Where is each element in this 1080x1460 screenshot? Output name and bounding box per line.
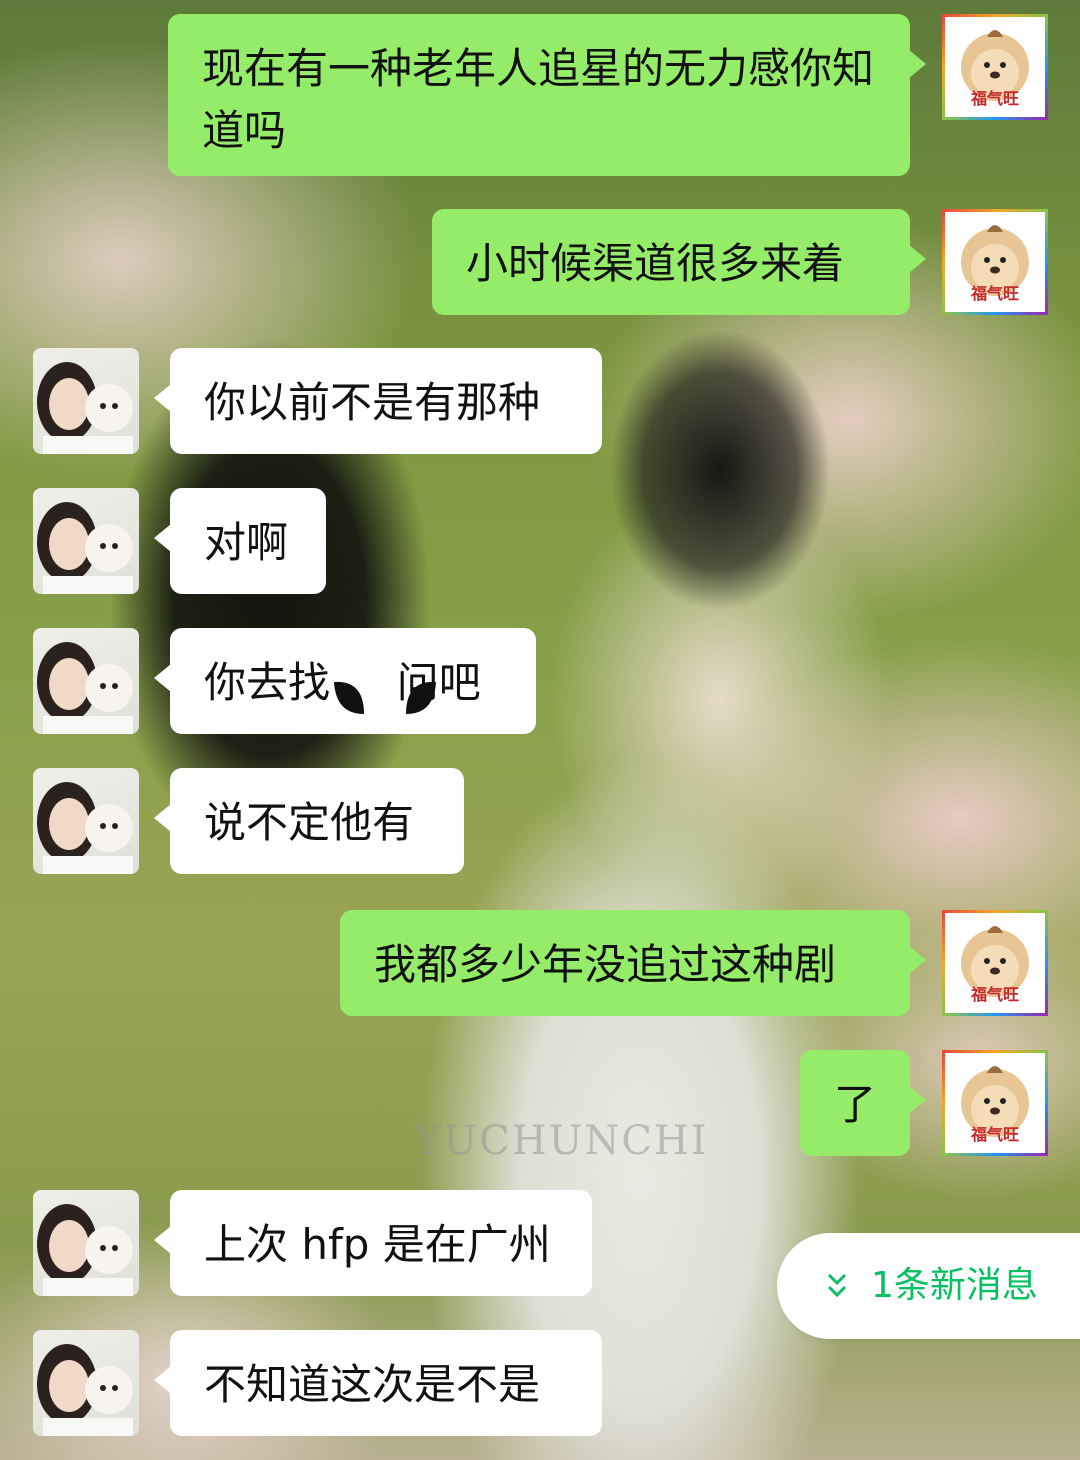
contact-photo-icon (37, 362, 133, 454)
message-bubble[interactable]: 小时候渠道很多来着 (432, 209, 926, 315)
my-avatar[interactable]: 福气旺 (942, 910, 1048, 1016)
contact-photo-icon (37, 502, 133, 594)
message-bubble[interactable]: 说不定他有 (154, 768, 464, 874)
contact-avatar[interactable] (33, 1190, 139, 1296)
my-avatar[interactable]: 福气旺 (942, 1050, 1048, 1156)
new-messages-label: 1条新消息 (871, 1265, 1038, 1306)
message-bubble[interactable]: 现在有一种老年人追星的无力感你知道吗 (168, 14, 926, 176)
leaf-sticker-icon (406, 681, 436, 714)
avatar-caption: 福气旺 (970, 284, 1019, 303)
contact-photo-icon (37, 642, 133, 734)
message-bubble[interactable]: 上次 hfp 是在广州 (154, 1190, 592, 1296)
background-watermark: YUCHUNCHI (415, 1118, 709, 1164)
avatar-caption: 福气旺 (970, 985, 1019, 1004)
chevron-down-icon (827, 1273, 847, 1298)
message-bubble[interactable]: 我都多少年没追过这种剧 (340, 910, 926, 1016)
contact-avatar[interactable] (33, 488, 139, 594)
message-bubble[interactable]: 了 (800, 1050, 926, 1156)
message-bubble[interactable]: 你以前不是有那种 (154, 348, 602, 454)
contact-avatar[interactable] (33, 628, 139, 734)
leaf-sticker-icon (334, 681, 364, 714)
my-avatar[interactable]: 福气旺 (942, 209, 1048, 315)
contact-photo-icon (37, 1344, 133, 1436)
avatar-caption: 福气旺 (970, 89, 1019, 108)
message-bubble[interactable]: 不知道这次是不是 (154, 1330, 602, 1436)
avatar-caption: 福气旺 (970, 1125, 1019, 1144)
contact-photo-icon (37, 1204, 133, 1296)
my-avatar[interactable]: 福气旺 (942, 14, 1048, 120)
message-bubble[interactable]: 对啊 (154, 488, 326, 594)
contact-avatar[interactable] (33, 768, 139, 874)
new-messages-button[interactable]: 1条新消息 (777, 1233, 1080, 1339)
contact-avatar[interactable] (33, 1330, 139, 1436)
contact-photo-icon (37, 782, 133, 874)
contact-avatar[interactable] (33, 348, 139, 454)
